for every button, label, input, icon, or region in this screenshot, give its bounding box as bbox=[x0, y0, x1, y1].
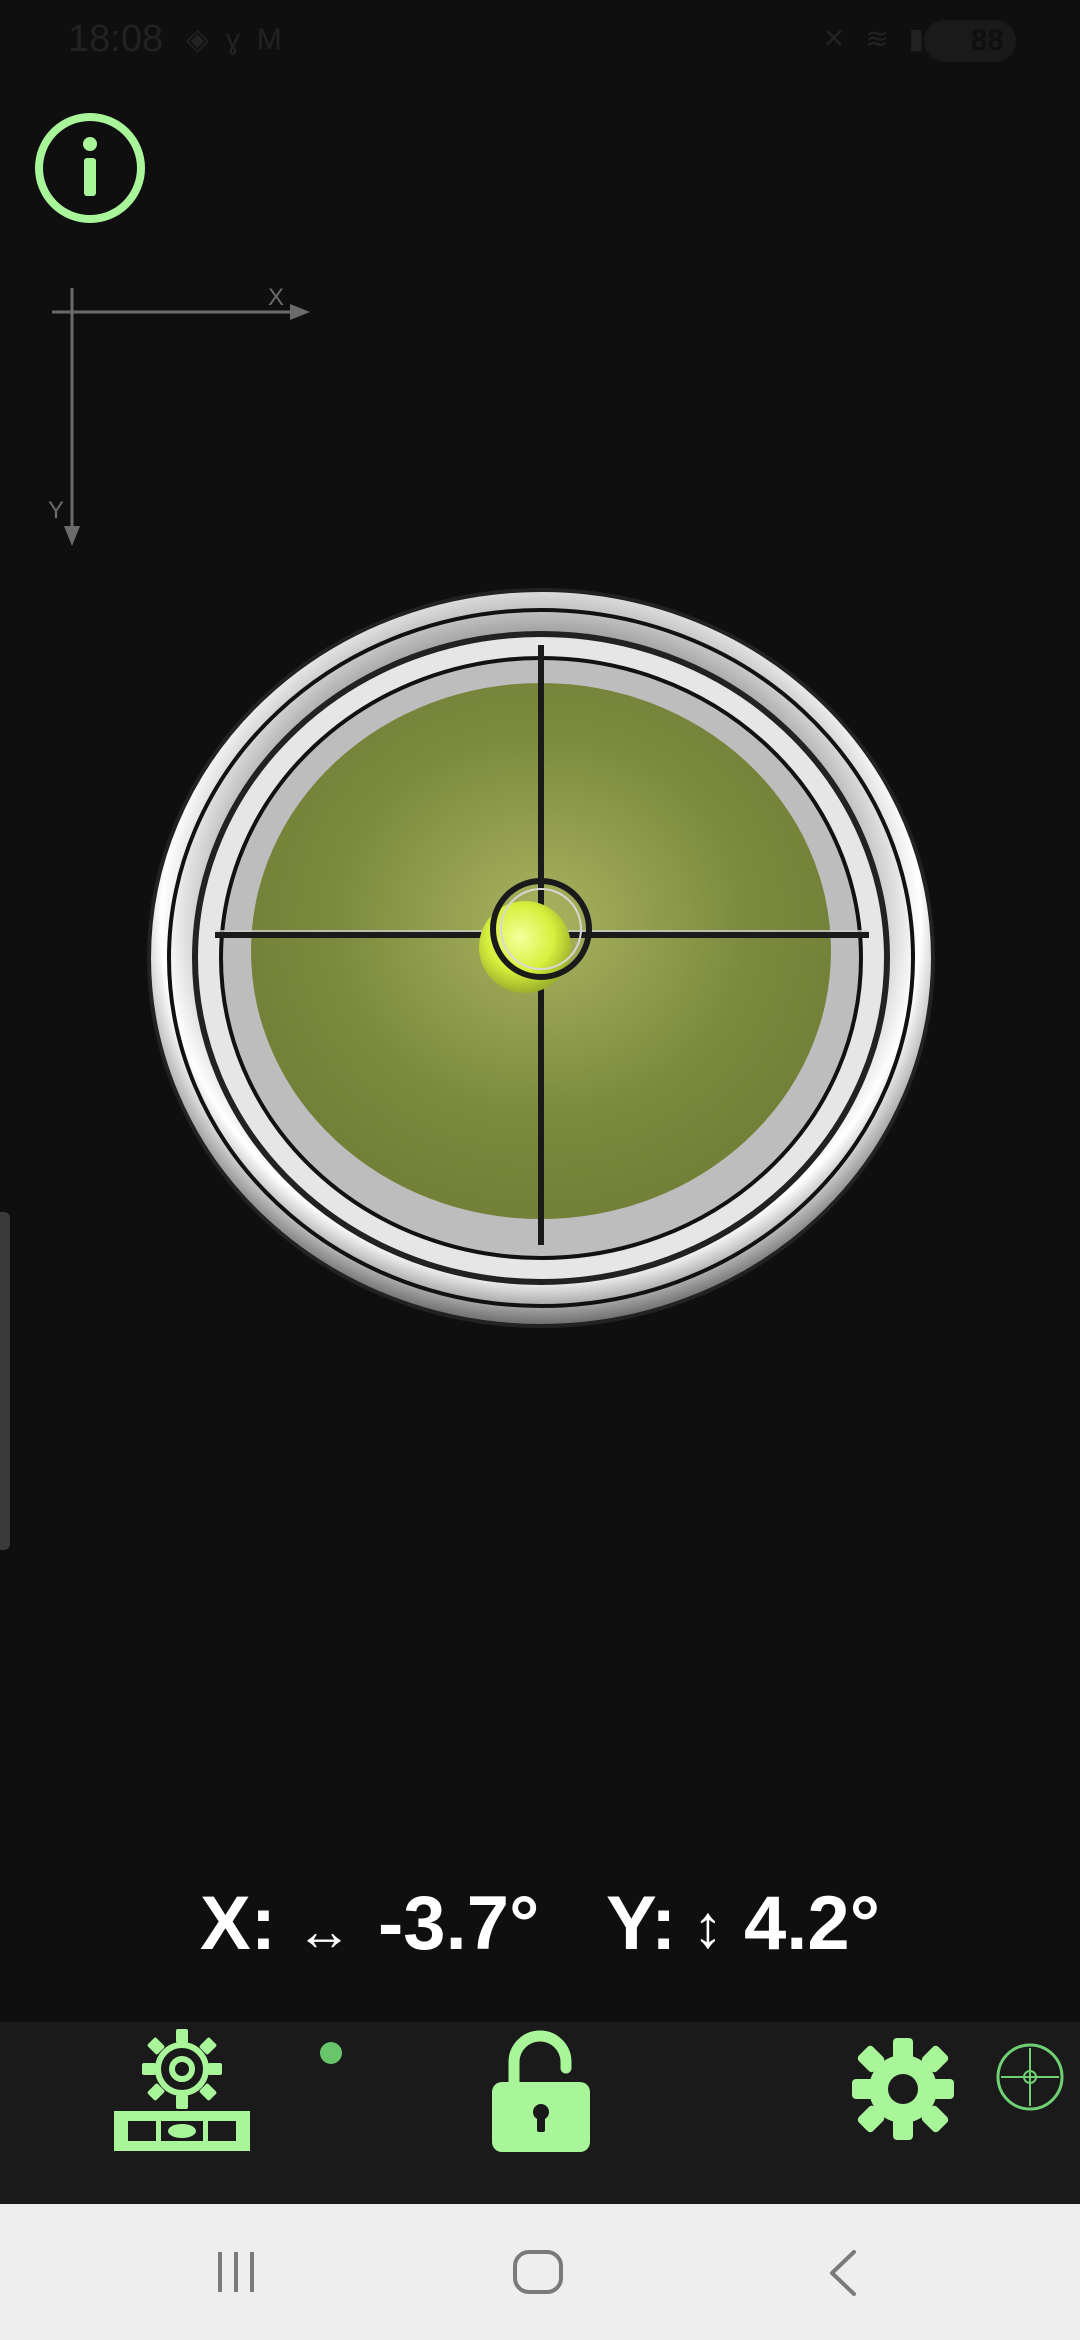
status-left-icons: ◈ ɣ M bbox=[186, 22, 286, 57]
edge-panel-handle[interactable] bbox=[0, 1212, 10, 1550]
readout-x-label: X: bbox=[200, 1881, 276, 1966]
navigation-icon: ◈ bbox=[186, 23, 214, 56]
status-time: 18:08 bbox=[68, 18, 164, 60]
wifi-icon: ≋ bbox=[865, 23, 895, 54]
recents-icon[interactable] bbox=[212, 2250, 260, 2294]
gear-icon[interactable] bbox=[850, 2036, 956, 2142]
vertical-arrow-icon: ↕ bbox=[693, 1893, 723, 1960]
battery-indicator: 88 bbox=[924, 20, 1016, 62]
axis-x-label: X bbox=[268, 284, 284, 311]
calibrate-level-icon[interactable] bbox=[110, 2025, 254, 2155]
unlock-icon[interactable] bbox=[492, 2030, 590, 2152]
crosshair-icon[interactable] bbox=[995, 2042, 1065, 2112]
status-bar: 18:08 ◈ ɣ M ✕ ≋ ▮ 88 bbox=[0, 0, 1080, 84]
angle-readout: X: ↔ -3.7° Y: ↕ 4.2° bbox=[0, 1880, 1080, 1990]
bullseye-level bbox=[147, 588, 935, 1328]
gmail-icon: M bbox=[256, 23, 286, 56]
home-icon[interactable] bbox=[511, 2248, 565, 2296]
axis-y-label: Y bbox=[48, 497, 64, 524]
horizontal-arrow-icon: ↔ bbox=[296, 1899, 352, 1962]
readout-y-label: Y: bbox=[606, 1881, 677, 1966]
axis-indicator: X Y bbox=[48, 284, 310, 546]
readout-x-value: -3.7° bbox=[378, 1881, 540, 1966]
info-icon[interactable] bbox=[34, 112, 146, 224]
readout-y-value: 4.2° bbox=[744, 1881, 881, 1966]
mute-icon: ✕ bbox=[822, 23, 852, 54]
status-right-icons: ✕ ≋ ▮ bbox=[822, 22, 930, 55]
status-dot bbox=[320, 2042, 342, 2064]
signal-icon: ɣ bbox=[225, 23, 245, 56]
back-icon[interactable] bbox=[826, 2248, 860, 2298]
